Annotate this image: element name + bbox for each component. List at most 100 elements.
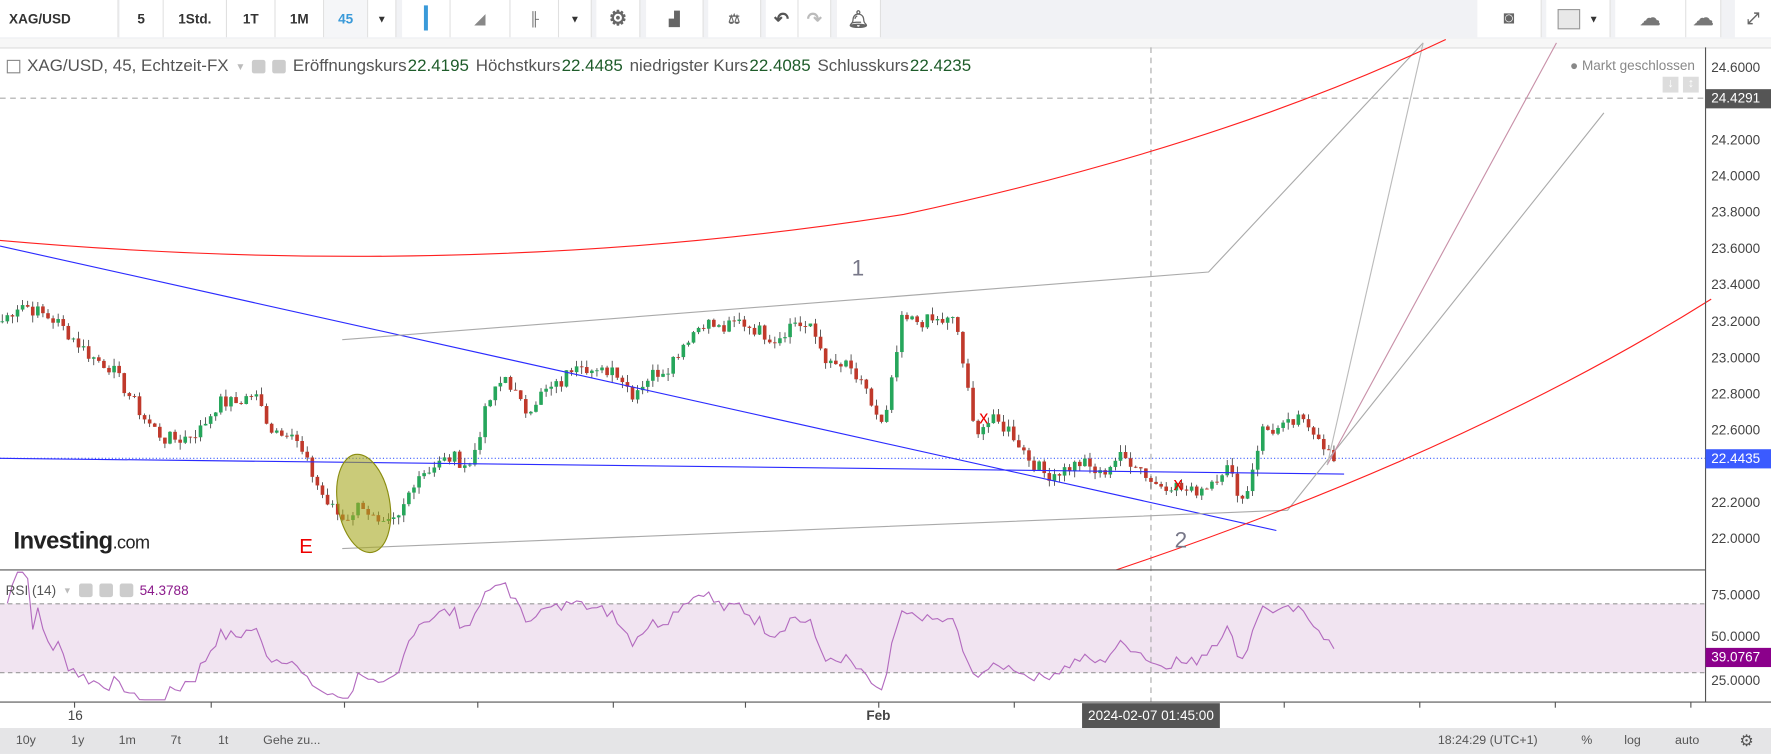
open-value: 22.4195: [407, 56, 469, 76]
candle: [310, 457, 315, 477]
chart-title[interactable]: XAG/USD, 45, Echtzeit-FX: [27, 56, 228, 75]
candle: [452, 451, 457, 462]
candle: [595, 370, 599, 372]
candle: [173, 431, 177, 440]
goto-date-button[interactable]: Gehe zu...: [263, 734, 320, 748]
candle: [559, 381, 564, 387]
candle: [712, 319, 716, 327]
candle: [961, 331, 965, 364]
candle: [727, 320, 731, 332]
candle: [203, 423, 208, 426]
candle: [86, 346, 91, 359]
candle: [920, 322, 925, 328]
rsi-label[interactable]: RSI (14): [6, 582, 56, 598]
candle: [142, 415, 147, 420]
candle: [1133, 466, 1138, 468]
candle: [818, 336, 823, 349]
wave-label-e: E: [299, 536, 313, 558]
candle: [966, 363, 970, 388]
price-tick: 24.6000: [1711, 59, 1761, 76]
candle: [91, 357, 96, 359]
fan-line-gray: [1326, 42, 1424, 466]
percent-toggle[interactable]: %: [1581, 734, 1592, 748]
candle: [401, 504, 406, 516]
candle: [188, 436, 193, 438]
rsi-visibility-icon[interactable]: [78, 583, 93, 598]
title-dropdown-icon[interactable]: ▼: [235, 60, 245, 71]
candle: [1077, 461, 1082, 467]
price-tick: 22.2000: [1711, 494, 1761, 511]
log-toggle[interactable]: log: [1624, 734, 1641, 748]
high-label: Höchstkurs: [475, 56, 561, 76]
candle: [56, 319, 60, 323]
candle: [396, 515, 401, 518]
settings-gear-icon[interactable]: ⚙: [1739, 731, 1753, 750]
candle: [437, 460, 442, 468]
price-tick: 22.8000: [1711, 385, 1761, 402]
rsi-tick: 50.0000: [1711, 628, 1761, 645]
candle: [274, 430, 279, 433]
rsi-close-icon[interactable]: [119, 583, 133, 598]
candle: [900, 314, 904, 353]
candle: [442, 457, 447, 461]
candle: [1215, 481, 1219, 483]
candle: [615, 367, 620, 378]
candle: [691, 332, 696, 343]
settings-icon[interactable]: [272, 59, 287, 73]
candle: [940, 318, 945, 323]
range-10y[interactable]: 10y: [16, 734, 36, 748]
scroll-down-icon[interactable]: ↓: [1662, 76, 1679, 93]
candle: [315, 476, 320, 486]
candle: [1037, 461, 1041, 470]
rsi-tick: 25.0000: [1711, 672, 1761, 689]
candle: [762, 325, 767, 340]
chart-legend: XAG/USD, 45, Echtzeit-FX ▼ Eröffnungskur…: [6, 56, 971, 76]
visibility-icon[interactable]: [252, 59, 266, 73]
candle: [1210, 481, 1214, 489]
range-1y[interactable]: 1y: [71, 734, 84, 748]
candle: [213, 412, 218, 417]
candle: [508, 376, 513, 390]
candle: [854, 368, 858, 380]
crosshair-price-box: 24.4291: [1705, 89, 1771, 109]
candle: [300, 441, 304, 452]
market-status-text: Markt geschlossen: [1581, 57, 1695, 74]
candle: [1052, 474, 1057, 481]
candle: [1311, 427, 1316, 435]
candle: [1088, 458, 1092, 467]
auto-toggle[interactable]: auto: [1675, 734, 1699, 748]
range-7d[interactable]: 7t: [171, 734, 181, 748]
candle: [473, 449, 477, 465]
candle: [549, 386, 554, 389]
price-tick: 22.6000: [1711, 421, 1761, 438]
candle: [859, 379, 864, 381]
price-chart[interactable]: 1 2 E x x: [0, 0, 1771, 754]
range-1d[interactable]: 1t: [218, 734, 228, 748]
rsi-settings-icon[interactable]: [98, 583, 113, 598]
collapse-icon[interactable]: [6, 59, 21, 73]
scale-icon[interactable]: ↕: [1682, 76, 1699, 93]
candle: [767, 339, 772, 343]
candle: [1286, 419, 1291, 423]
range-1m[interactable]: 1m: [119, 734, 136, 748]
candle: [849, 360, 853, 369]
candle: [137, 396, 142, 416]
candle: [991, 414, 996, 424]
candle: [20, 305, 25, 310]
candle: [1017, 440, 1021, 448]
rsi-last-box: 39.0767: [1705, 647, 1771, 668]
candle: [0, 321, 5, 323]
candle: [529, 411, 533, 414]
candle: [61, 319, 66, 326]
candle: [330, 503, 335, 505]
candle: [127, 393, 132, 397]
candle: [971, 387, 975, 421]
candle: [686, 342, 691, 345]
highlight-ellipse: [336, 453, 392, 554]
candle: [107, 367, 111, 373]
candle: [1306, 419, 1311, 428]
candle: [407, 492, 411, 505]
candle: [1169, 490, 1174, 492]
candle: [468, 464, 472, 466]
price-tick: 24.2000: [1711, 132, 1761, 149]
